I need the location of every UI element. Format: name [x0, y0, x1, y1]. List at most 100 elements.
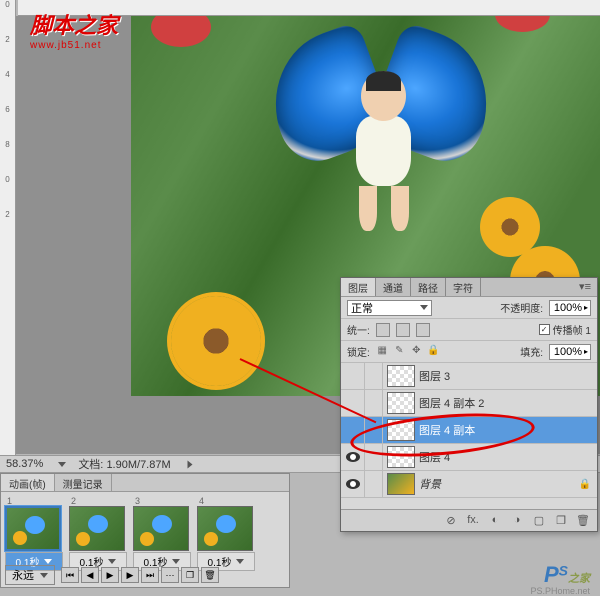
chevron-down-icon: [236, 559, 244, 564]
chevron-down-icon: [108, 559, 116, 564]
frame-thumbnail[interactable]: [197, 506, 253, 551]
lock-all-icon[interactable]: 🔒: [427, 345, 440, 358]
first-frame-button[interactable]: ⏮: [61, 567, 79, 583]
frame-number: 3: [133, 496, 191, 506]
layer-name[interactable]: 图层 4 副本 2: [419, 395, 484, 411]
visibility-toggle[interactable]: [341, 471, 365, 497]
layer-name[interactable]: 图层 4 副本: [419, 422, 475, 438]
layer-name[interactable]: 图层 3: [419, 368, 450, 384]
opacity-input[interactable]: 100%▸: [549, 300, 591, 316]
loop-selector[interactable]: 永远: [5, 565, 55, 585]
layer-thumbnail[interactable]: [387, 392, 415, 414]
last-frame-button[interactable]: ⏭: [141, 567, 159, 583]
chevron-down-icon[interactable]: [58, 462, 66, 467]
doc-label: 文档:: [78, 459, 103, 471]
link-cell[interactable]: [365, 363, 383, 389]
layers-panel: 图层 通道 路径 字符 ▾≡ 正常 不透明度: 100%▸ 统一: ✓ 传播帧 …: [340, 277, 598, 532]
link-cell[interactable]: [365, 471, 383, 497]
layer-row[interactable]: 图层 4 副本 2: [341, 390, 597, 417]
watermark-url: www.jb51.net: [30, 40, 118, 51]
unify-visibility-icon[interactable]: [396, 323, 410, 337]
chevron-right-icon[interactable]: [187, 460, 192, 468]
lock-position-icon[interactable]: ✥: [410, 345, 423, 358]
unify-position-icon[interactable]: [376, 323, 390, 337]
tween-button[interactable]: ⋯: [161, 567, 179, 583]
chevron-down-icon: [44, 559, 52, 564]
layer-thumbnail[interactable]: [387, 419, 415, 441]
watermark: 脚本之家 www.jb51.net: [30, 8, 118, 51]
layer-row[interactable]: 图层 4 副本: [341, 417, 597, 444]
lock-label: 锁定:: [347, 344, 370, 359]
layers-panel-tabs: 图层 通道 路径 字符 ▾≡: [341, 278, 597, 297]
animation-frame[interactable]: 4 0.1秒: [197, 496, 255, 571]
animation-panel: 动画(帧) 测量记录 1 0.1秒2 0.1秒3 0.1秒4 0.1秒 永远 ⏮…: [0, 473, 290, 588]
layers-panel-footer: ⊘ fx. ◐ ◑ ▢ ❐ 🗑: [341, 509, 597, 531]
bottom-logo: PS之家: [544, 562, 590, 588]
link-cell[interactable]: [365, 444, 383, 470]
frame-number: 4: [197, 496, 255, 506]
vertical-ruler: 0 2 4 6 8 0 2: [0, 0, 16, 455]
layer-style-button[interactable]: fx.: [465, 514, 481, 528]
tab-channels[interactable]: 通道: [376, 278, 411, 296]
blend-mode-select[interactable]: 正常: [347, 300, 432, 316]
layer-thumbnail[interactable]: [387, 365, 415, 387]
frame-thumbnail[interactable]: [133, 506, 189, 551]
fill-input[interactable]: 100%▸: [549, 344, 591, 360]
layer-row[interactable]: 图层 3: [341, 363, 597, 390]
eye-icon: [346, 452, 360, 462]
zoom-level[interactable]: 58.37%: [6, 458, 43, 470]
visibility-toggle[interactable]: [341, 417, 365, 443]
lock-icon: 🔒: [579, 479, 591, 490]
chevron-down-icon: [172, 559, 180, 564]
adjustment-layer-button[interactable]: ◑: [509, 514, 525, 528]
new-layer-button[interactable]: ❐: [553, 514, 569, 528]
layer-thumbnail[interactable]: [387, 446, 415, 468]
bottom-logo-url: PS.PHome.net: [530, 586, 590, 596]
layer-name[interactable]: 背景: [419, 476, 441, 492]
link-cell[interactable]: [365, 390, 383, 416]
visibility-toggle[interactable]: [341, 444, 365, 470]
unify-style-icon[interactable]: [416, 323, 430, 337]
play-button[interactable]: ▶: [101, 567, 119, 583]
frame-number: 2: [69, 496, 127, 506]
prev-frame-button[interactable]: ◀: [81, 567, 99, 583]
eye-icon: [346, 479, 360, 489]
propagate-label: 传播帧 1: [553, 322, 591, 337]
panel-menu-button[interactable]: ▾≡: [573, 278, 597, 296]
layer-mask-button[interactable]: ◐: [487, 514, 503, 528]
frame-thumbnail[interactable]: [69, 506, 125, 551]
opacity-label: 不透明度:: [500, 300, 543, 315]
frame-thumbnail[interactable]: [5, 506, 61, 551]
doc-size: 1.90M/7.87M: [106, 459, 170, 471]
lock-transparency-icon[interactable]: ▦: [376, 345, 389, 358]
tab-character[interactable]: 字符: [446, 278, 481, 296]
duplicate-frame-button[interactable]: ❐: [181, 567, 199, 583]
layer-group-button[interactable]: ▢: [531, 514, 547, 528]
link-layers-button[interactable]: ⊘: [443, 514, 459, 528]
unify-label: 统一:: [347, 322, 370, 337]
layer-row[interactable]: 图层 4: [341, 444, 597, 471]
animation-frame[interactable]: 2 0.1秒: [69, 496, 127, 571]
chevron-down-icon: [420, 305, 428, 310]
layer-thumbnail[interactable]: [387, 473, 415, 495]
animation-frame[interactable]: 1 0.1秒: [5, 496, 63, 571]
watermark-title: 脚本之家: [30, 8, 118, 40]
propagate-checkbox[interactable]: ✓: [539, 324, 550, 335]
fill-label: 填充:: [520, 344, 543, 359]
tab-paths[interactable]: 路径: [411, 278, 446, 296]
delete-frame-button[interactable]: 🗑: [201, 567, 219, 583]
tab-animation-frames[interactable]: 动画(帧): [1, 474, 55, 491]
animation-frames-list: 1 0.1秒2 0.1秒3 0.1秒4 0.1秒: [1, 492, 289, 575]
tab-layers[interactable]: 图层: [341, 278, 376, 296]
frame-number: 1: [5, 496, 63, 506]
chevron-down-icon: [40, 573, 48, 578]
animation-frame[interactable]: 3 0.1秒: [133, 496, 191, 571]
layer-list: 图层 3 图层 4 副本 2 图层 4 副本 图层 4 背景 🔒: [341, 363, 597, 498]
lock-pixels-icon[interactable]: ✎: [393, 345, 406, 358]
layer-name[interactable]: 图层 4: [419, 449, 450, 465]
tab-measurement-log[interactable]: 测量记录: [55, 474, 112, 491]
next-frame-button[interactable]: ▶: [121, 567, 139, 583]
delete-layer-button[interactable]: 🗑: [575, 514, 591, 528]
visibility-toggle[interactable]: [341, 363, 365, 389]
layer-row[interactable]: 背景 🔒: [341, 471, 597, 498]
